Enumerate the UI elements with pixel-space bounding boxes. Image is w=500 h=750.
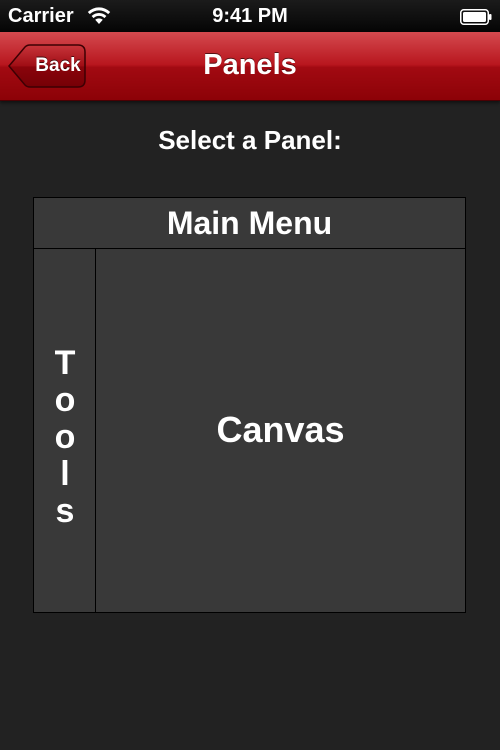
panel-layout: Main Menu T o o l s Canvas bbox=[33, 197, 466, 613]
canvas-panel[interactable]: Canvas bbox=[96, 249, 465, 612]
main-menu-panel[interactable]: Main Menu bbox=[34, 198, 465, 249]
select-panel-prompt: Select a Panel: bbox=[158, 125, 342, 155]
status-time: 9:41 PM bbox=[212, 5, 288, 27]
tools-letter: s bbox=[55, 492, 75, 530]
battery-icon bbox=[460, 8, 492, 25]
tools-panel[interactable]: T o o l s bbox=[34, 249, 96, 612]
canvas-panel-label: Canvas bbox=[216, 409, 345, 450]
status-bar: Carrier 9:41 PM bbox=[0, 0, 500, 32]
tools-letter: o bbox=[54, 418, 76, 456]
tools-panel-label: T o o l s bbox=[34, 345, 96, 530]
page-title: Panels bbox=[203, 49, 297, 81]
tools-letter: o bbox=[54, 381, 76, 419]
tools-letter: T bbox=[54, 344, 76, 382]
navigation-bar: Back Panels bbox=[0, 32, 500, 101]
tools-letter: l bbox=[60, 455, 70, 493]
